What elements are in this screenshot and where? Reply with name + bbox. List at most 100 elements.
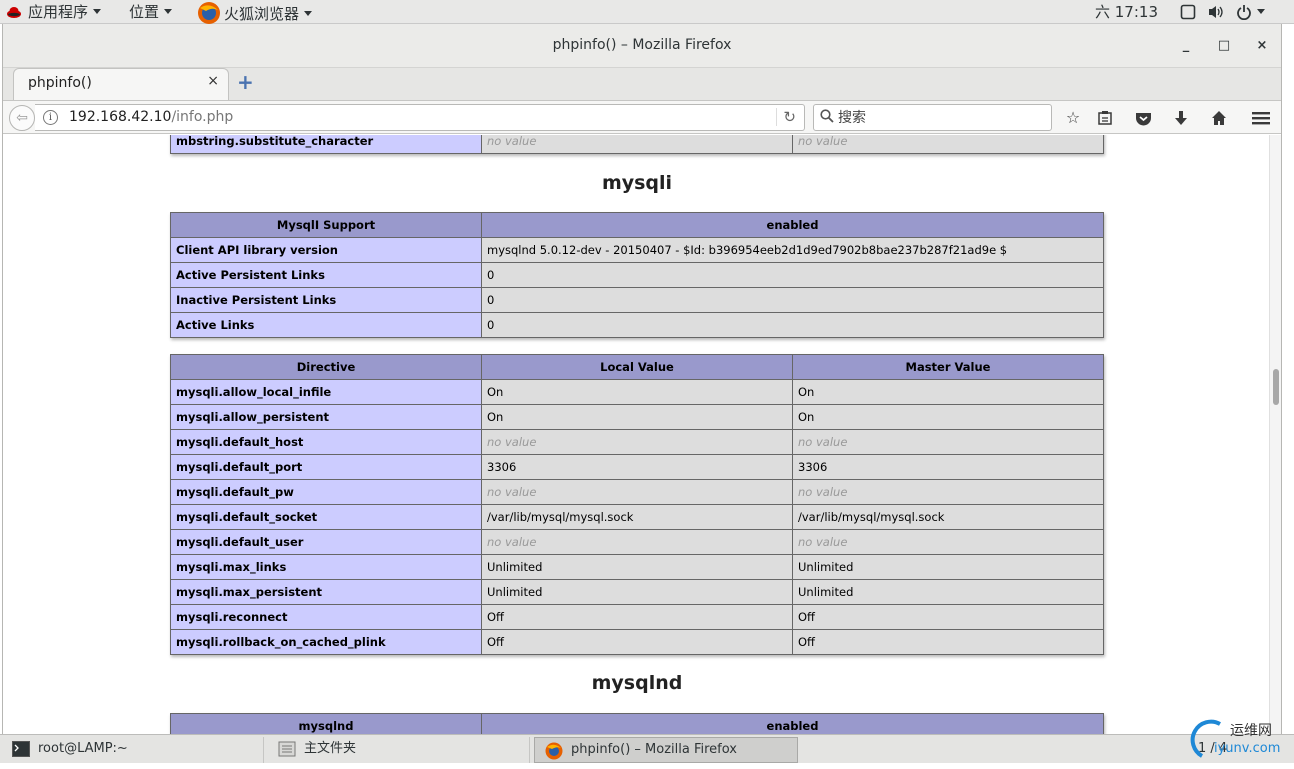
task-firefox[interactable]: phpinfo() – Mozilla Firefox [534,737,798,763]
back-arrow-icon: ⇦ [16,110,28,126]
table-row: mysqli.allow_persistent On On [170,404,1104,430]
column-header-local: Local Value [481,354,793,380]
chevron-down-icon [164,9,173,14]
local-value: 3306 [481,454,793,480]
local-value: Off [481,629,793,655]
places-menu[interactable]: 位置 [129,2,173,22]
mbstring-tail-table: mbstring.substitute_character no value n… [170,135,1104,154]
pocket-icon[interactable] [1131,106,1155,130]
local-value: On [481,379,793,405]
reload-icon[interactable]: ↻ [776,108,796,126]
vertical-scrollbar[interactable] [1269,135,1281,734]
directive-name: mysqli.rollback_on_cached_plink [170,629,482,655]
scrollbar-thumb[interactable] [1273,369,1279,405]
file-manager-icon [278,741,296,757]
site-info-icon[interactable]: i [43,110,58,125]
directive-name: mysqli.default_pw [170,479,482,505]
directives-body: mysqli.allow_local_infile On On mysqli.allo… [170,379,1104,655]
clock-text: 六 17:13 [1095,3,1158,21]
table-row: mysqli.allow_local_infile On On [170,379,1104,405]
table-row: mysqli.default_socket/var/lib/mysql/mysq… [170,504,1104,530]
close-window-button[interactable]: × [1251,36,1273,56]
bookmark-star-icon[interactable]: ☆ [1061,106,1085,130]
row-key: Active Persistent Links [170,262,482,288]
table-row: mysqli.default_port 3306 3306 [170,454,1104,480]
row-value: 0 [481,312,1104,338]
local-value: no value [481,135,793,154]
master-value: no value [792,479,1104,505]
task-terminal[interactable]: root@LAMP:~ [2,737,264,763]
mysqlnd-section-heading: mysqlnd [591,672,683,694]
url-text[interactable]: 192.168.42.10/info.php [69,109,233,125]
tab-label: phpinfo() [28,75,92,91]
master-value: Unlimited [792,579,1104,605]
svg-text:iyunv.com: iyunv.com [1214,741,1280,756]
directive-name: mysqli.max_persistent [170,579,482,605]
browser-label: 火狐浏览器 [224,5,300,23]
menu-icon[interactable] [1249,106,1273,130]
master-value: On [792,404,1104,430]
directive-name: mysqli.allow_persistent [170,404,482,430]
master-value: no value [792,529,1104,555]
url-bar[interactable]: i 192.168.42.10/info.php ↻ [35,104,805,131]
top-panel: 应用程序 位置 火狐浏览器 六 17:13 [0,0,1294,24]
mysqlnd-table: mysqlnd enabled [170,713,1104,734]
tab-strip: phpinfo() × + [3,68,1281,100]
local-value: Unlimited [481,579,793,605]
row-value: mysqlnd 5.0.12-dev - 20150407 - $Id: b39… [481,237,1104,263]
clock[interactable]: 六 17:13 [1095,2,1158,22]
page-content[interactable]: mbstring.substitute_character no value n… [3,135,1269,734]
new-tab-button[interactable]: + [237,70,254,94]
minimize-button[interactable]: _ [1175,36,1197,56]
row-key: Inactive Persistent Links [170,287,482,313]
power-menu[interactable] [1236,2,1265,22]
url-host: 192.168.42.10 [69,109,172,125]
table-row: mysqli.reconnect Off Off [170,604,1104,630]
table-row: Client API library version mysqlnd 5.0.1… [170,237,1104,263]
maximize-button[interactable]: □ [1213,36,1235,56]
back-button[interactable]: ⇦ [9,105,35,131]
home-icon[interactable] [1207,106,1231,130]
master-value: Off [792,604,1104,630]
master-value: Unlimited [792,554,1104,580]
directive-name: mysqli.reconnect [170,604,482,630]
bookmarks-list-icon[interactable] [1093,106,1117,130]
redhat-logo-icon [6,4,22,20]
window-switch-icon[interactable] [1180,2,1196,22]
close-tab-icon[interactable]: × [207,73,219,89]
local-value: no value [481,479,793,505]
volume-icon[interactable] [1207,2,1225,22]
chevron-down-icon [304,11,313,16]
task-label: root@LAMP:~ [38,741,128,756]
table-row: mysqli.max_persistent Unlimited Unlimited [170,579,1104,605]
master-value: 3306 [792,454,1104,480]
table-header-row: mysqlnd enabled [170,713,1104,734]
downloads-icon[interactable] [1169,106,1193,130]
title-bar[interactable]: phpinfo() – Mozilla Firefox _ □ × [3,24,1281,68]
master-value: /var/lib/mysql/mysql.sock [792,504,1104,530]
row-value: 0 [481,287,1104,313]
table-row: Active Persistent Links 0 [170,262,1104,288]
search-bar[interactable] [813,104,1052,131]
directive-name: mysqli.max_links [170,554,482,580]
firefox-window: phpinfo() – Mozilla Firefox _ □ × phpinf… [2,24,1282,734]
browser-launcher[interactable]: 火狐浏览器 [194,2,313,24]
chevron-down-icon [1257,9,1265,14]
task-home-folder[interactable]: 主文件夹 [268,737,530,763]
task-label: 主文件夹 [304,741,357,756]
mysqli-directives-table: Directive Local Value Master Value mysql… [170,354,1104,655]
local-value: On [481,404,793,430]
tab-phpinfo[interactable]: phpinfo() × [13,68,229,100]
applications-menu[interactable]: 应用程序 [6,2,102,22]
row-key: Active Links [170,312,482,338]
table-row: mysqli.default_host no value no value [170,429,1104,455]
mysqlnd-header-value: enabled [481,713,1104,734]
taskbar: root@LAMP:~ 主文件夹 phpinfo() – Mozilla Fir… [0,734,1294,763]
task-label: phpinfo() – Mozilla Firefox [571,742,737,757]
table-row: mysqli.rollback_on_cached_plink Off Off [170,629,1104,655]
navigation-toolbar: ⇦ i 192.168.42.10/info.php ↻ ☆ [3,100,1281,134]
applications-label: 应用程序 [28,3,89,21]
local-value: no value [481,429,793,455]
power-icon [1236,3,1252,21]
search-input[interactable] [838,108,1038,128]
